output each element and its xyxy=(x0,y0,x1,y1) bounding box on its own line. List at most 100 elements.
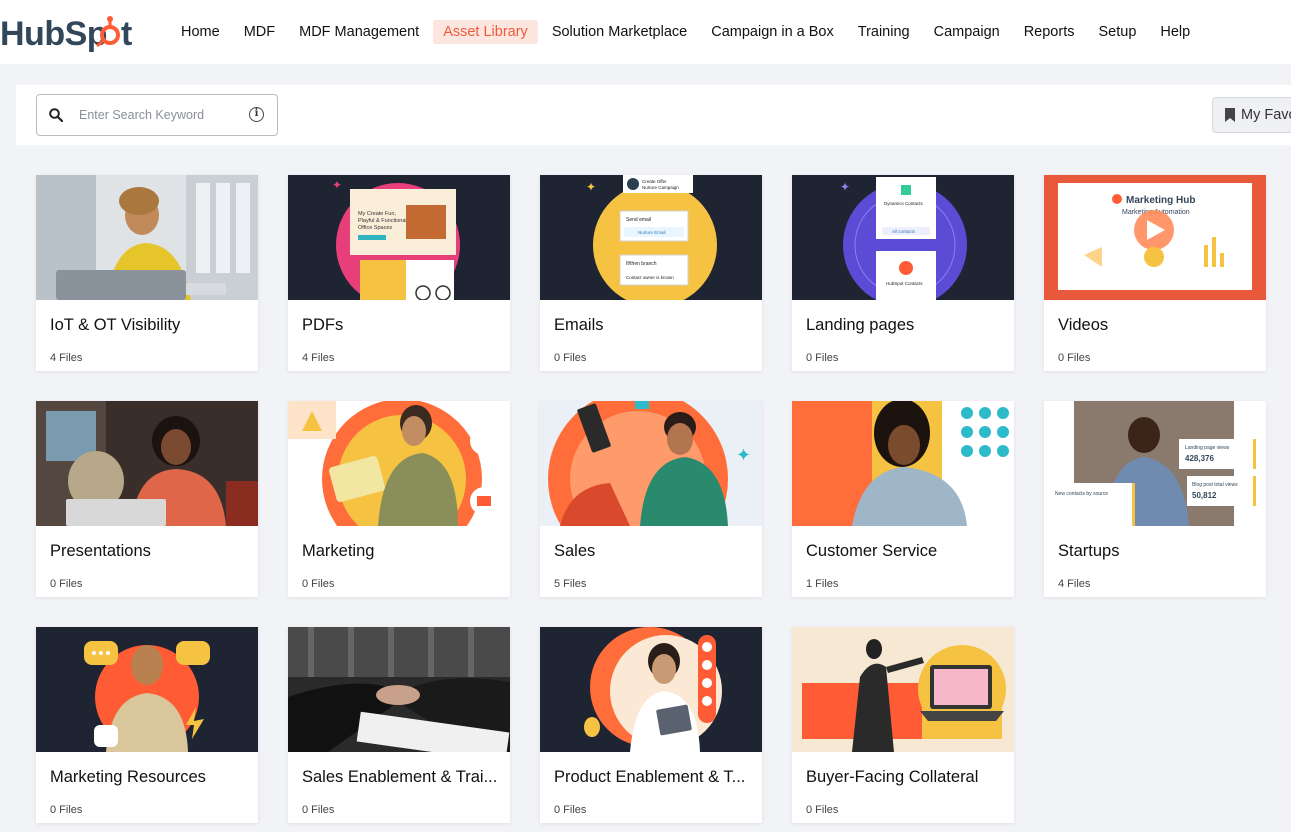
category-title: Sales Enablement & Trai... xyxy=(302,768,498,786)
category-title: Startups xyxy=(1058,542,1120,560)
svg-text:My Create Fun,: My Create Fun, xyxy=(358,211,396,217)
svg-text:Marketing Hub: Marketing Hub xyxy=(1126,195,1195,206)
category-card-landing-pages[interactable]: Dynamics Contacts All contacts HubSpot C… xyxy=(792,175,1014,371)
top-navigation: HubSp t Home MDF MDF Management Asset Libra… xyxy=(0,0,1291,64)
svg-text:All contacts: All contacts xyxy=(892,229,916,234)
svg-text:If/then branch: If/then branch xyxy=(626,261,657,267)
svg-text:✦: ✦ xyxy=(736,445,751,465)
info-icon[interactable]: i xyxy=(249,107,264,122)
category-card-marketing[interactable]: Marketing 0 Files xyxy=(288,401,510,597)
main-menu: Home MDF MDF Management Asset Library Soluti… xyxy=(171,20,1204,44)
category-file-count: 0 Files xyxy=(1058,352,1091,364)
svg-text:Create Offer: Create Offer xyxy=(642,179,667,184)
nav-item-campaign[interactable]: Campaign xyxy=(924,20,1010,44)
svg-text:New contacts by source: New contacts by source xyxy=(1055,491,1108,497)
svg-text:Office Spaces: Office Spaces xyxy=(358,225,392,231)
category-thumbnail xyxy=(792,401,1014,526)
category-file-count: 4 Files xyxy=(302,352,335,364)
category-title: IoT & OT Visibility xyxy=(50,316,181,334)
nav-item-mdf[interactable]: MDF xyxy=(234,20,285,44)
svg-text:t: t xyxy=(121,15,132,52)
svg-text:Playful & Functional: Playful & Functional xyxy=(358,218,407,224)
category-file-count: 4 Files xyxy=(1058,578,1091,590)
category-title: Landing pages xyxy=(806,316,915,334)
nav-item-reports[interactable]: Reports xyxy=(1014,20,1085,44)
category-file-count: 5 Files xyxy=(554,578,587,590)
nav-item-mdf-management[interactable]: MDF Management xyxy=(289,20,429,44)
category-title: Presentations xyxy=(50,542,151,560)
hubspot-logo[interactable]: HubSp t xyxy=(0,12,145,52)
category-file-count: 0 Files xyxy=(302,804,335,816)
search-bar-section: i My Favo xyxy=(16,85,1291,145)
search-input[interactable] xyxy=(79,108,239,122)
category-card-pdfs[interactable]: My Create Fun, Playful & Functional Offi… xyxy=(288,175,510,371)
category-card-product-enablement-t[interactable]: Product Enablement & T... 0 Files xyxy=(540,627,762,823)
nav-item-solution-marketplace[interactable]: Solution Marketplace xyxy=(542,20,697,44)
thumb-text: Send email xyxy=(626,217,651,223)
svg-text:Contact owner is known: Contact owner is known xyxy=(626,275,674,280)
category-file-count: 1 Files xyxy=(806,578,839,590)
category-thumbnail: My Create Fun, Playful & Functional Offi… xyxy=(288,175,510,300)
category-thumbnail xyxy=(36,401,258,526)
category-card-marketing-resources[interactable]: Marketing Resources 0 Files xyxy=(36,627,258,823)
svg-text:428,376: 428,376 xyxy=(1185,454,1214,463)
category-thumbnail xyxy=(288,627,510,752)
category-file-count: 4 Files xyxy=(50,352,83,364)
category-card-iot-ot-visibility[interactable]: IoT & OT Visibility 4 Files xyxy=(36,175,258,371)
category-card-videos[interactable]: Marketing Hub Marketing Automation Video… xyxy=(1044,175,1266,371)
svg-text:Dynamics Contacts: Dynamics Contacts xyxy=(884,201,924,206)
category-thumbnail xyxy=(792,627,1014,752)
category-title: Sales xyxy=(554,542,596,560)
category-title: Videos xyxy=(1058,316,1109,334)
svg-text:Nurture Campaign: Nurture Campaign xyxy=(642,185,679,190)
nav-item-home[interactable]: Home xyxy=(171,20,230,44)
nav-item-asset-library[interactable]: Asset Library xyxy=(433,20,538,44)
category-thumbnail: Landing page views 428,376 Blog post tot… xyxy=(1044,401,1266,526)
my-favorites-button[interactable]: My Favo xyxy=(1212,97,1291,133)
category-file-count: 0 Files xyxy=(302,578,335,590)
category-card-presentations[interactable]: Presentations 0 Files xyxy=(36,401,258,597)
category-thumbnail: Create Offer Nurture Campaign Send email… xyxy=(540,175,762,300)
svg-text:Landing page views: Landing page views xyxy=(1185,445,1230,451)
category-thumbnail: ✦ xyxy=(540,401,762,526)
svg-text:Nurture Email: Nurture Email xyxy=(638,230,666,235)
category-thumbnail xyxy=(36,627,258,752)
category-card-customer-service[interactable]: Customer Service 1 Files xyxy=(792,401,1014,597)
category-thumbnail xyxy=(540,627,762,752)
nav-item-setup[interactable]: Setup xyxy=(1088,20,1146,44)
category-title: Emails xyxy=(554,316,604,334)
category-thumbnail: Dynamics Contacts All contacts HubSpot C… xyxy=(792,175,1014,300)
category-card-sales[interactable]: ✦ Sales 5 Files xyxy=(540,401,762,597)
svg-text:Blog post total views: Blog post total views xyxy=(1192,482,1238,488)
category-title: PDFs xyxy=(302,316,344,334)
svg-text:✦: ✦ xyxy=(586,180,596,194)
category-file-count: 0 Files xyxy=(50,804,83,816)
category-thumbnail xyxy=(36,175,258,300)
category-title: Customer Service xyxy=(806,542,938,560)
nav-item-campaign-in-a-box[interactable]: Campaign in a Box xyxy=(701,20,844,44)
category-card-startups[interactable]: Landing page views 428,376 Blog post tot… xyxy=(1044,401,1266,597)
my-favorites-label: My Favo xyxy=(1241,107,1291,123)
category-card-sales-enablement-trai[interactable]: Sales Enablement & Trai... 0 Files xyxy=(288,627,510,823)
category-title: Product Enablement & T... xyxy=(554,768,746,786)
category-card-emails[interactable]: Create Offer Nurture Campaign Send email… xyxy=(540,175,762,371)
category-file-count: 0 Files xyxy=(806,804,839,816)
category-file-count: 0 Files xyxy=(806,352,839,364)
category-thumbnail: Marketing Hub Marketing Automation xyxy=(1044,175,1266,300)
svg-text:✦: ✦ xyxy=(332,178,342,192)
category-file-count: 0 Files xyxy=(554,352,587,364)
category-card-buyer-facing-collateral[interactable]: Buyer-Facing Collateral 0 Files xyxy=(792,627,1014,823)
search-icon xyxy=(49,108,64,123)
category-title: Buyer-Facing Collateral xyxy=(806,768,979,786)
category-file-count: 0 Files xyxy=(554,804,587,816)
search-box[interactable]: i xyxy=(36,94,278,136)
hubspot-logo-mark: HubSp t xyxy=(0,15,132,52)
svg-text:✦: ✦ xyxy=(840,180,850,194)
category-title: Marketing Resources xyxy=(50,768,206,786)
category-thumbnail xyxy=(288,401,510,526)
svg-text:HubSp: HubSp xyxy=(0,15,107,52)
nav-item-training[interactable]: Training xyxy=(848,20,920,44)
nav-item-help[interactable]: Help xyxy=(1150,20,1200,44)
category-file-count: 0 Files xyxy=(50,578,83,590)
svg-text:50,812: 50,812 xyxy=(1192,491,1217,500)
